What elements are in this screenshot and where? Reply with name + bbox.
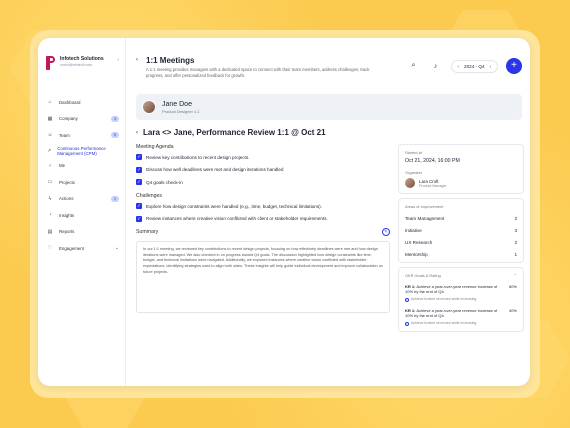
add-button[interactable]: +	[506, 58, 522, 74]
avatar	[142, 100, 156, 114]
bolt-icon: ϟ	[48, 195, 52, 202]
meeting-info-card: Started at Oct 21, 2024, 16:00 PM Organi…	[398, 144, 524, 194]
chevron-up-icon[interactable]: ⌃	[514, 273, 517, 278]
areas-heading: Areas of Improvement	[405, 204, 444, 209]
details-panel: Started at Oct 21, 2024, 16:00 PM Organi…	[398, 144, 524, 336]
agenda-item[interactable]: ✓ Review key contributions to recent desi…	[136, 154, 390, 160]
main-content: ‹ 1:1 Meetings A 1:1 meeting provides ma…	[126, 38, 530, 386]
challenge-item[interactable]: ✓ Review instances where creative vision …	[136, 215, 390, 222]
sidebar-item-me[interactable]: ○ Me	[38, 158, 125, 175]
count-badge: 1	[111, 195, 119, 202]
chevron-down-icon[interactable]: ⌄	[115, 245, 119, 251]
building-icon: ▦	[47, 115, 53, 122]
checkbox-checked-icon[interactable]: ✓	[136, 166, 142, 173]
okr-card: OKR Goals & Rating ⌃ KR 1: Achieve a yea…	[398, 267, 524, 332]
toolbar: ⌕ ♪ ‹ 2024 - Q4 › +	[407, 58, 522, 74]
organizer: Lara Croft Product Manager	[405, 178, 517, 188]
page-title: 1:1 Meetings	[146, 56, 195, 65]
review-title: Lara <> Jane, Performance Review 1:1 @ O…	[143, 128, 326, 137]
sidebar-item-projects[interactable]: ▭ Projects	[38, 174, 125, 191]
checkbox-checked-icon[interactable]: ✓	[136, 203, 142, 209]
team-icon: ☺	[47, 132, 53, 139]
sidebar: Infotech Solutions xxxxx@infotech.com › …	[38, 38, 126, 386]
area-row: Initiative 3	[405, 228, 517, 233]
employee-banner: Jane Doe Product Designer 1.1	[136, 94, 522, 120]
org-email: xxxxx@infotech.com	[60, 63, 93, 67]
sidebar-item-insights[interactable]: ◔ Insights	[38, 207, 125, 224]
period-selector[interactable]: ‹ 2024 - Q4 ›	[450, 59, 498, 73]
key-result: KR 1: Achieve a year-over-year revenue i…	[405, 308, 517, 326]
review-heading: ‹ Lara <> Jane, Performance Review 1:1 @…	[136, 128, 326, 137]
started-label: Started at	[405, 150, 422, 155]
prev-period-icon[interactable]: ‹	[458, 64, 460, 69]
started-value: Oct 21, 2024, 16:00 PM	[405, 158, 460, 164]
okr-heading: OKR Goals & Rating	[405, 273, 441, 278]
sidebar-item-company[interactable]: ▦ Company 3	[38, 111, 125, 128]
report-icon: ▤	[47, 228, 53, 235]
heart-icon: ♡	[47, 245, 53, 252]
employee-name: Jane Doe	[162, 100, 192, 108]
area-row: UX Research 2	[405, 240, 517, 245]
employee-role: Product Designer 1.1	[162, 108, 200, 114]
next-period-icon[interactable]: ›	[489, 64, 491, 69]
back-arrow-icon[interactable]: ‹	[136, 130, 138, 136]
page-description: A 1:1 meeting provides managers with a d…	[146, 67, 370, 78]
agenda-item[interactable]: ✓ Discuss how well deadlines were met and…	[136, 166, 390, 173]
search-icon[interactable]: ⌕	[407, 59, 421, 73]
org-name: Infotech Solutions	[60, 56, 104, 62]
okr-header[interactable]: OKR Goals & Rating ⌃	[405, 273, 517, 278]
target-icon	[405, 297, 409, 302]
trend-icon: ↗	[47, 147, 52, 154]
sidebar-item-reports[interactable]: ▤ Reports	[38, 224, 125, 241]
sidebar-item-cpm[interactable]: ↗ Continuous Performance Management (CPM)	[38, 144, 125, 158]
chevron-down-icon[interactable]: ›	[117, 57, 119, 63]
summary-textarea[interactable]: In our 1:1 meeting, we reviewed key cont…	[136, 241, 390, 313]
sidebar-nav: ⌂ Dashboard ▦ Company 3 ☺ Team 5 ↗ Continuous …	[38, 94, 125, 257]
period-label: 2024 - Q4	[464, 63, 485, 69]
area-row: Team Management 2	[405, 216, 517, 221]
count-badge: 3	[111, 115, 119, 122]
meeting-notes: Meeting Agenda ✓ Review key contributions…	[136, 144, 390, 313]
summary-heading: Summary	[136, 229, 159, 235]
target-icon	[405, 321, 409, 326]
areas-card: Areas of Improvement Team Management 2 In…	[398, 198, 524, 263]
user-icon: ○	[48, 162, 52, 169]
folder-icon: ▭	[47, 179, 53, 186]
app-window: Infotech Solutions xxxxx@infotech.com › …	[38, 38, 530, 386]
key-result: KR 1: Achieve a year-over-year revenue i…	[405, 284, 517, 302]
sidebar-item-team[interactable]: ☺ Team 5	[38, 127, 125, 144]
challenges-heading: Challenges	[136, 193, 162, 199]
agenda-item[interactable]: ✓ Q4 goals check-in	[136, 179, 390, 185]
sidebar-item-engagement[interactable]: ♡ Engagement ⌄	[38, 240, 125, 257]
summary-header: Summary ✎	[136, 228, 390, 236]
organizer-role: Product Manager	[419, 183, 447, 188]
brand-logo	[46, 56, 55, 70]
checkbox-checked-icon[interactable]: ✓	[136, 215, 142, 222]
checkbox-checked-icon[interactable]: ✓	[136, 154, 142, 160]
kr-progress: 60%	[508, 284, 517, 289]
home-icon: ⌂	[48, 99, 52, 106]
chart-icon: ◔	[48, 212, 52, 219]
avatar	[405, 178, 415, 188]
count-badge: 5	[111, 132, 119, 139]
back-arrow-icon[interactable]: ‹	[136, 57, 138, 63]
kr-progress: 40%	[508, 308, 517, 313]
edit-icon[interactable]: ✎	[382, 228, 390, 236]
bell-icon[interactable]: ♪	[429, 59, 443, 73]
sidebar-item-actions[interactable]: ϟ Actions 1	[38, 191, 125, 208]
sidebar-item-dashboard[interactable]: ⌂ Dashboard	[38, 94, 125, 111]
org-switcher[interactable]: Infotech Solutions xxxxx@infotech.com ›	[38, 56, 125, 70]
area-row: Mentorship 1	[405, 252, 517, 257]
agenda-heading: Meeting Agenda	[136, 144, 174, 150]
challenge-item[interactable]: ✓ Explore how design constraints were han…	[136, 203, 390, 209]
organizer-label: Organizer	[405, 170, 423, 175]
checkbox-checked-icon[interactable]: ✓	[136, 179, 142, 185]
page-header: ‹ 1:1 Meetings A 1:1 meeting provides ma…	[136, 56, 522, 86]
